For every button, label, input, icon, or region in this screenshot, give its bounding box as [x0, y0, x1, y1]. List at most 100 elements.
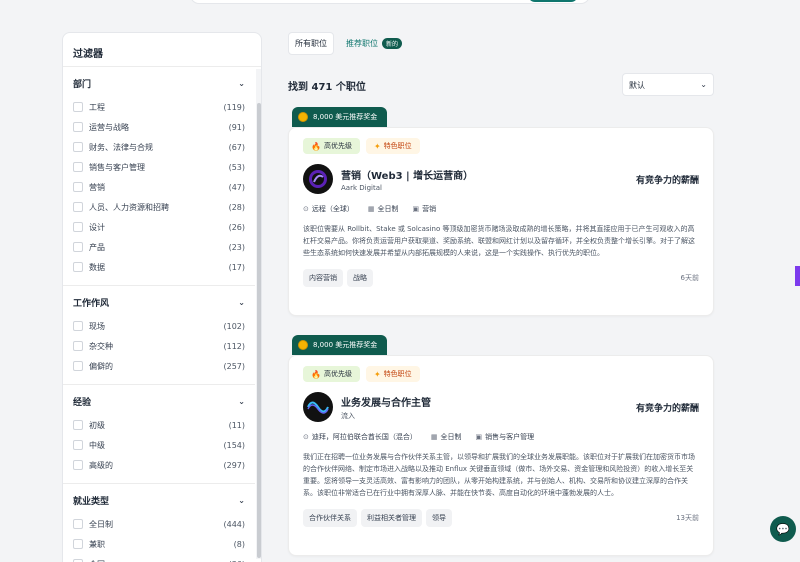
- skill-tag[interactable]: 领导: [426, 509, 452, 527]
- filter-group: 工作作风 ⌄ 现场 (102) 杂交种 (112) 偏僻的 (257): [63, 286, 255, 385]
- featured-tag: ✦ 特色职位: [365, 138, 420, 154]
- filter-option-label: 中级: [89, 440, 105, 450]
- filter-option[interactable]: 销售与客户管理 (53): [73, 157, 245, 177]
- top-search-button[interactable]: [528, 0, 578, 2]
- briefcase-icon: ▣: [475, 433, 483, 441]
- skill-tag[interactable]: 内容营销: [303, 269, 343, 287]
- sort-dropdown[interactable]: 默认 ⌄: [622, 73, 714, 96]
- filter-checkbox[interactable]: [73, 262, 83, 272]
- filter-group-header[interactable]: 工作作风 ⌄: [73, 296, 245, 309]
- filter-checkbox[interactable]: [73, 361, 83, 371]
- filter-option-label: 高级的: [89, 460, 113, 470]
- chevron-down-icon: ⌄: [700, 80, 707, 89]
- filter-checkbox[interactable]: [73, 222, 83, 232]
- filter-checkbox[interactable]: [73, 460, 83, 470]
- filter-option[interactable]: 现场 (102): [73, 316, 245, 336]
- filter-option-count: (53): [228, 162, 245, 172]
- referral-bonus-badge: 8,000 美元推荐奖金: [292, 335, 388, 355]
- priority-tag: 🔥 高优先级: [303, 366, 360, 382]
- job-title[interactable]: 业务发展与合作主管: [341, 394, 431, 409]
- filter-option-label: 杂交种: [89, 341, 113, 351]
- filter-option[interactable]: 人员、人力资源和招聘 (28): [73, 197, 245, 217]
- sort-value: 默认: [629, 81, 645, 90]
- filter-option[interactable]: 初级 (11): [73, 415, 245, 435]
- job-title[interactable]: 营销（Web3 | 增长运营商）: [341, 167, 473, 182]
- filter-option-label: 销售与客户管理: [89, 162, 145, 172]
- sidebar-scrollbar-thumb[interactable]: [257, 103, 261, 558]
- filter-checkbox[interactable]: [73, 519, 83, 529]
- filter-option-label: 偏僻的: [89, 361, 113, 371]
- filter-option[interactable]: 营销 (47): [73, 177, 245, 197]
- filter-option[interactable]: 中级 (154): [73, 435, 245, 455]
- filter-option[interactable]: 财务、法律与合规 (67): [73, 137, 245, 157]
- filter-checkbox[interactable]: [73, 341, 83, 351]
- chat-button[interactable]: 💬: [770, 516, 796, 542]
- tab-recommended-jobs[interactable]: 推荐职位 新的: [340, 33, 408, 54]
- filter-checkbox[interactable]: [73, 202, 83, 212]
- filter-option-label: 全日制: [89, 519, 113, 529]
- filter-option[interactable]: 数据 (17): [73, 257, 245, 277]
- job-tabs: 所有职位 推荐职位 新的: [288, 32, 408, 55]
- filter-option[interactable]: 杂交种 (112): [73, 336, 245, 356]
- filter-checkbox[interactable]: [73, 420, 83, 430]
- filter-checkbox[interactable]: [73, 102, 83, 112]
- filter-option-count: (28): [228, 202, 245, 212]
- filter-checkbox[interactable]: [73, 242, 83, 252]
- job-description: 该职位需要从 Rollbit、Stake 或 Solcasino 等顶级加密货币…: [303, 225, 695, 257]
- company-logo: [303, 164, 333, 194]
- filter-option-label: 数据: [89, 262, 105, 272]
- priority-label: 高优先级: [323, 370, 352, 378]
- filter-checkbox[interactable]: [73, 539, 83, 549]
- job-description: 我们正在招聘一位业务发展与合作伙伴关系主管，以领导和扩展我们的全球业务发展职能。…: [303, 453, 695, 497]
- filter-group: 就业类型 ⌄ 全日制 (444) 兼职 (8) 合同(36): [63, 484, 255, 562]
- filter-checkbox[interactable]: [73, 122, 83, 132]
- filter-option-count: (67): [228, 142, 245, 152]
- filter-checkbox[interactable]: [73, 142, 83, 152]
- filter-checkbox[interactable]: [73, 162, 83, 172]
- filter-group-title: 经验: [73, 398, 92, 408]
- filter-checkbox[interactable]: [73, 321, 83, 331]
- filter-group-title: 就业类型: [73, 497, 110, 507]
- calendar-icon: ▦: [367, 205, 375, 213]
- filter-option[interactable]: 兼职 (8): [73, 534, 245, 554]
- filter-group: 部门 ⌄ 工程 (119) 运营与战略 (91) 财务、法律与合规 (67) 销售与客户管理 (5…: [63, 67, 255, 286]
- filter-option[interactable]: 工程 (119): [73, 97, 245, 117]
- feedback-side-tab[interactable]: [795, 266, 800, 286]
- filter-group-header[interactable]: 就业类型 ⌄: [73, 494, 245, 507]
- filter-option[interactable]: 全日制 (444): [73, 514, 245, 534]
- chevron-down-icon[interactable]: ⌄: [238, 298, 245, 307]
- chevron-down-icon[interactable]: ⌄: [238, 397, 245, 406]
- filter-option-label: 营销: [89, 182, 105, 192]
- filter-group-header[interactable]: 部门 ⌄: [73, 77, 245, 90]
- bonus-label: 8,000 美元推荐奖金: [313, 113, 378, 121]
- filter-option[interactable]: 产品 (23): [73, 237, 245, 257]
- skill-tag[interactable]: 合作伙伴关系: [303, 509, 357, 527]
- sparkle-icon: ✦: [373, 141, 381, 151]
- filter-option[interactable]: 高级的 (297): [73, 455, 245, 475]
- sparkle-icon: ✦: [373, 369, 381, 379]
- tab-all-jobs[interactable]: 所有职位: [288, 32, 334, 55]
- filter-option[interactable]: 合同(36): [73, 554, 245, 562]
- location-meta: ⊙ 迪拜，阿拉伯联合酋长国（混合）: [303, 432, 417, 442]
- job-card[interactable]: 🔥 高优先级 ✦ 特色职位 营销（Web3 | 增长运营商） Aark Digita…: [288, 127, 714, 316]
- filter-checkbox[interactable]: [73, 182, 83, 192]
- filter-checkbox[interactable]: [73, 440, 83, 450]
- skill-tag[interactable]: 利益相关者管理: [361, 509, 422, 527]
- filter-option-count: (47): [228, 182, 245, 192]
- filter-option-count: (8): [233, 539, 245, 549]
- filter-option[interactable]: 偏僻的 (257): [73, 356, 245, 376]
- chevron-down-icon[interactable]: ⌄: [238, 79, 245, 88]
- filter-option[interactable]: 设计 (26): [73, 217, 245, 237]
- filter-sidebar: 过滤器 部门 ⌄ 工程 (119) 运营与战略 (91) 财务、法律与合规 (67) 销售与客户…: [62, 32, 262, 562]
- job-card[interactable]: 🔥 高优先级 ✦ 特色职位 业务发展与合作主管 流入 有竞争力的薪酬 ⊙ 迪拜，阿拉伯…: [288, 355, 714, 556]
- results-count: 找到 471 个职位: [288, 82, 366, 93]
- filter-option-count: (17): [228, 262, 245, 272]
- company-name: Aark Digital: [341, 183, 382, 192]
- employment-type-meta: ▦ 全日制: [431, 432, 462, 442]
- chevron-down-icon[interactable]: ⌄: [238, 496, 245, 505]
- filter-group: 经验 ⌄ 初级 (11) 中级 (154) 高级的 (297): [63, 385, 255, 484]
- filter-option[interactable]: 运营与战略 (91): [73, 117, 245, 137]
- skill-tag[interactable]: 战略: [347, 269, 373, 287]
- filter-group-header[interactable]: 经验 ⌄: [73, 395, 245, 408]
- featured-label: 特色职位: [383, 142, 412, 150]
